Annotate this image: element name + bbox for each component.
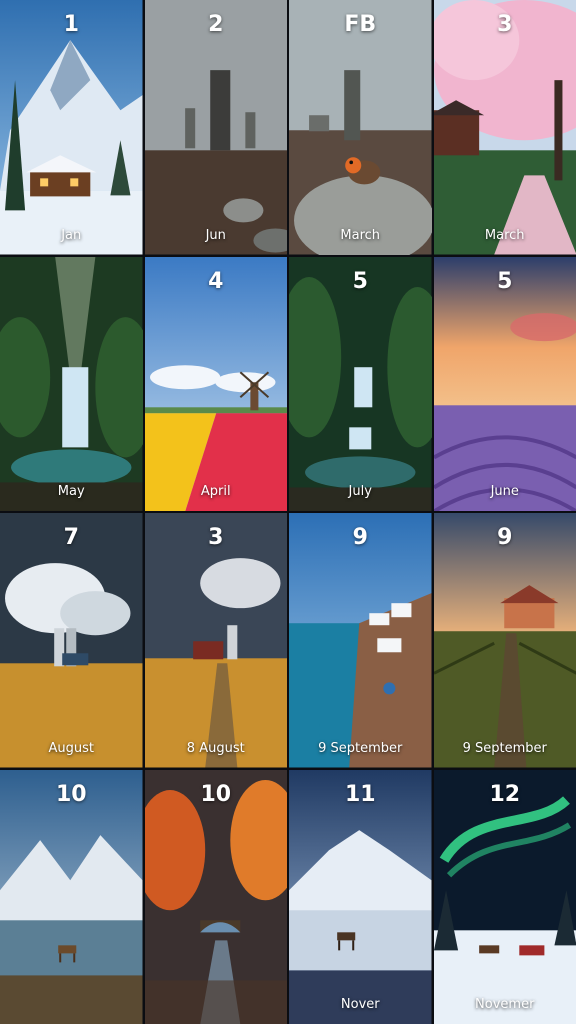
- tile-number: 9: [352, 525, 368, 550]
- scene-forest-waterfall: [0, 256, 143, 511]
- tile-month: Jun: [205, 227, 226, 243]
- tile-number: 3: [497, 12, 513, 37]
- tile-number: 7: [63, 525, 79, 550]
- tile-month: March: [340, 227, 381, 243]
- tile-month: May: [57, 484, 85, 499]
- scene-misty-standing-stones: [144, 0, 287, 255]
- scene-wheat-field-barn: [144, 513, 287, 768]
- tile-9: 7 August: [0, 513, 143, 768]
- scene-snowy-mountain-cabin: [0, 0, 143, 255]
- tile-month: Novemer: [475, 997, 535, 1012]
- tile-10: 3 8 August: [144, 513, 287, 768]
- tile-5: May: [0, 256, 143, 511]
- tile-13: 10: [0, 769, 143, 1024]
- tile-number: 3: [208, 525, 224, 550]
- tile-month: 9 September: [462, 740, 547, 756]
- tile-15: 11 Nover: [289, 769, 432, 1024]
- tile-1: 1 Jan: [0, 0, 143, 255]
- scene-jungle-waterfall: [289, 256, 432, 511]
- tile-number: 2: [208, 12, 224, 37]
- scene-vineyard-farmhouse: [433, 513, 576, 768]
- tile-month: June: [490, 484, 519, 499]
- tile-3: FB March: [289, 0, 432, 255]
- tile-16: 12 Novemer: [433, 769, 576, 1024]
- tile-number: 4: [208, 268, 224, 294]
- tile-12: 9 9 September: [433, 513, 576, 768]
- tile-month: Nover: [340, 997, 380, 1012]
- tile-number: FB: [344, 12, 377, 37]
- tile-number: 5: [352, 268, 368, 294]
- scene-robin-on-rock: [289, 0, 432, 255]
- tile-month: March: [484, 227, 525, 243]
- scene-aurora-reindeer-sleigh: [433, 769, 576, 1024]
- scene-cherry-blossom-path: [433, 0, 576, 255]
- tile-month: August: [48, 740, 95, 756]
- image-grid: 1 Jan 2 Jun FB March 3 March May 4 April…: [0, 0, 576, 1024]
- scene-autumn-forest-bridge: [144, 769, 287, 1024]
- tile-number: 11: [344, 781, 376, 807]
- tile-6: 4 April: [144, 256, 287, 511]
- tile-number: 1: [63, 12, 79, 37]
- tile-8: 5 June: [433, 256, 576, 511]
- scene-storm-clouds-wheat-silos: [0, 513, 143, 768]
- scene-reindeer-snow-mountain: [289, 769, 432, 1024]
- tile-number: 9: [497, 525, 513, 550]
- tile-month: 9 September: [318, 740, 403, 756]
- tile-11: 9 9 September: [289, 513, 432, 768]
- scene-coastal-white-village: [289, 513, 432, 768]
- tile-month: Jan: [61, 227, 82, 243]
- tile-number: 5: [497, 268, 513, 294]
- tile-2: 2 Jun: [144, 0, 287, 255]
- tile-month: July: [348, 484, 372, 499]
- scene-mountain-lake-deer: [0, 769, 143, 1024]
- tile-7: 5 July: [289, 256, 432, 511]
- tile-number: 10: [200, 781, 232, 807]
- scene-tulip-field-windmills: [144, 256, 287, 511]
- tile-number: 10: [55, 781, 87, 807]
- tile-month: April: [200, 484, 231, 499]
- tile-number: 12: [489, 781, 521, 807]
- tile-month: 8 August: [186, 740, 245, 756]
- tile-14: 10: [144, 769, 287, 1024]
- tile-4: 3 March: [433, 0, 576, 255]
- scene-lavender-field-sunset: [433, 256, 576, 511]
